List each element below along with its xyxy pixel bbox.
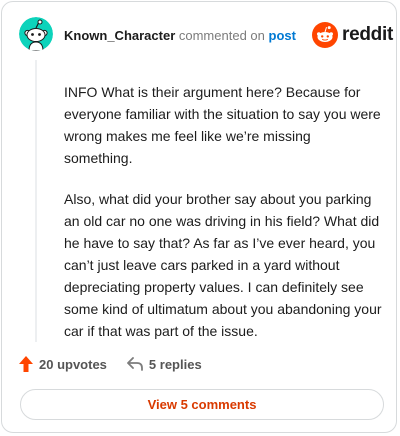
comment-paragraph: Also, what did your brother say about yo… xyxy=(64,191,382,339)
thread-line[interactable] xyxy=(35,60,37,342)
upvote-button[interactable]: 20 upvotes xyxy=(19,356,107,372)
action-text: commented on xyxy=(178,28,265,43)
upvote-arrow-icon xyxy=(19,356,33,372)
replies-button[interactable]: 5 replies xyxy=(127,357,202,372)
reddit-logo-icon xyxy=(312,22,338,48)
comment-paragraph: INFO What is their argument here? Becaus… xyxy=(64,84,381,166)
post-link[interactable]: post xyxy=(269,28,296,43)
comment-header: Known_Character commented on post xyxy=(64,28,296,43)
reply-count: 5 replies xyxy=(148,356,202,372)
reddit-logo[interactable]: reddit xyxy=(312,22,393,48)
reddit-wordmark: reddit xyxy=(342,24,393,45)
upvote-count: 20 upvotes xyxy=(39,356,107,372)
reply-arrow-icon xyxy=(127,357,143,371)
comment-actions: 20 upvotes 5 replies xyxy=(19,356,202,372)
username-link[interactable]: Known_Character xyxy=(64,28,175,43)
comment-body: INFO What is their argument here? Becaus… xyxy=(64,81,382,361)
comment-card: Known_Character commented on post reddit… xyxy=(1,1,397,433)
user-avatar[interactable] xyxy=(19,17,53,51)
snoo-avatar-icon xyxy=(19,17,53,51)
view-comments-button[interactable]: View 5 comments xyxy=(20,389,384,420)
